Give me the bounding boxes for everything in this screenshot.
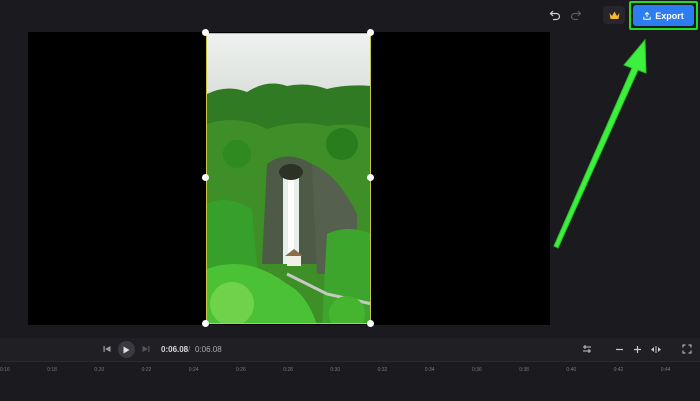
upload-icon xyxy=(643,11,651,20)
play-button[interactable] xyxy=(118,341,135,358)
fit-timeline-icon[interactable] xyxy=(649,343,663,355)
timeline-tick-label: 0:44 xyxy=(660,367,671,373)
timeline-tick-label: 0:22 xyxy=(141,367,152,373)
timeline-tick-label: 0:26 xyxy=(236,367,246,373)
premium-button[interactable] xyxy=(603,6,625,24)
play-icon xyxy=(123,346,130,353)
zoom-out-icon[interactable] xyxy=(613,343,625,355)
timeline-tick-label: 0:42 xyxy=(613,367,624,373)
undo-icon[interactable] xyxy=(547,7,563,23)
fullscreen-icon[interactable] xyxy=(681,343,693,355)
resize-handle-mid-left[interactable] xyxy=(202,174,209,181)
timeline-tick-label: 0:30 xyxy=(330,367,341,373)
resize-handle-top-right[interactable] xyxy=(367,29,374,36)
resize-handle-bottom-left[interactable] xyxy=(202,320,209,327)
resize-handle-bottom-right[interactable] xyxy=(367,320,374,327)
zoom-in-icon[interactable] xyxy=(631,343,643,355)
timeline-tick-label: 0:32 xyxy=(377,367,388,373)
skip-back-icon[interactable] xyxy=(102,344,112,354)
resize-handle-top-left[interactable] xyxy=(202,29,209,36)
skip-forward-icon[interactable] xyxy=(141,344,151,354)
export-label: Export xyxy=(655,10,684,21)
export-button[interactable]: Export xyxy=(633,5,694,26)
timeline-tick-label: 0:16 xyxy=(0,367,10,373)
timeline-ruler[interactable] xyxy=(0,361,700,401)
crown-icon xyxy=(609,11,619,19)
current-time: 0:06.08 xyxy=(161,345,189,354)
timeline-tick-label: 0:34 xyxy=(424,367,435,373)
timeline-tick-label: 0:38 xyxy=(519,367,529,373)
timeline-tick-label: 0:28 xyxy=(283,367,293,373)
video-editor: Export 0:06.08 / 0:06.08 0:16 0:18 0:20 … xyxy=(0,0,700,401)
annotation-arrow xyxy=(553,38,647,249)
waterfall-scene xyxy=(207,34,370,323)
redo-icon[interactable] xyxy=(568,7,584,23)
resize-handle-mid-right[interactable] xyxy=(367,174,374,181)
timeline-tick-label: 0:18 xyxy=(47,367,57,373)
total-time: 0:06.08 xyxy=(195,345,222,354)
timeline-tick-label: 0:20 xyxy=(94,367,105,373)
timeline-tick-label: 0:24 xyxy=(188,367,199,373)
timeline-tick-label: 0:40 xyxy=(566,367,577,373)
top-toolbar: Export xyxy=(0,0,700,31)
split-icon[interactable] xyxy=(581,343,593,355)
time-separator: / xyxy=(188,345,191,354)
timeline-tick-label: 0:36 xyxy=(472,367,482,373)
video-preview[interactable] xyxy=(206,33,371,324)
